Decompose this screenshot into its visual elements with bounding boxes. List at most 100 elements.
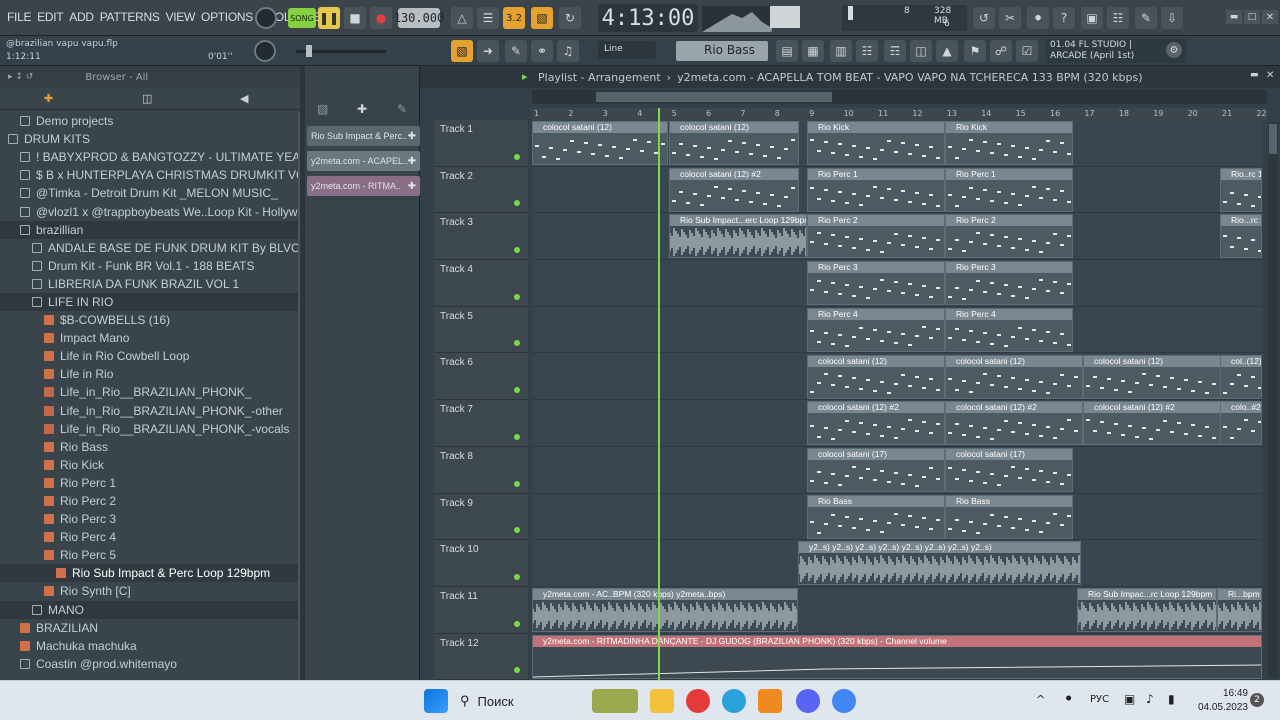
step-seq-icon[interactable]: ▦ — [802, 40, 824, 62]
browser-speaker-icon[interactable]: ◀ — [240, 92, 248, 105]
snap-selector[interactable]: Line — [598, 41, 656, 59]
tray-battery-icon[interactable]: ▮ — [1168, 692, 1175, 706]
browser-item[interactable]: LIFE IN RIO — [0, 292, 300, 312]
channel-selector[interactable]: Rio Bass — [676, 41, 768, 61]
audio-clip[interactable]: Ri...bpm — [1217, 588, 1262, 632]
browser-item[interactable]: Demo projects — [0, 112, 300, 130]
menu-file[interactable]: FILE — [4, 10, 34, 24]
pattern-clip[interactable]: Rio Bass — [807, 494, 945, 539]
browser-item[interactable]: Life_in_Rio__BRAZILIAN_PHONK_-vocals — [0, 420, 300, 438]
cut-icon[interactable]: ✂ — [999, 7, 1021, 29]
pattern-clip[interactable]: Rio Perc 3 — [807, 261, 945, 306]
document-icon[interactable]: ◫ — [910, 40, 932, 62]
chat-icon[interactable]: ✎ — [1135, 7, 1157, 29]
browser-item[interactable]: Rio Perc 2 — [0, 492, 300, 510]
playlist-play-icon[interactable]: ▸ — [522, 70, 528, 83]
news-gear-icon[interactable]: ⚙ — [1166, 42, 1182, 58]
menu-add[interactable]: ADD — [66, 10, 96, 24]
news-hint-panel[interactable]: 01.04 FL STUDIO | ARCADE (April 1st) — [1046, 39, 1186, 63]
automation-clip[interactable]: y2meta.com - RITMADINHA DANÇANTE - DJ GU… — [532, 634, 1262, 679]
edit-tools-icon[interactable]: ⚑ — [964, 40, 986, 62]
browser-item[interactable]: $ B x HUNTERPLAYA CHRISTMAS DRUMKIT VOL.… — [0, 166, 300, 184]
pattern-clip[interactable]: Rio Perc 4 — [945, 307, 1073, 352]
browser-item[interactable]: @Timka - Detroit Drum Kit _MELON MUSIC_ — [0, 184, 300, 202]
track-mute-led[interactable] — [514, 200, 520, 207]
playlist-icon[interactable]: ▧ — [451, 40, 473, 62]
mixer-icon[interactable]: ☷ — [1107, 7, 1129, 29]
browser-item[interactable]: brazillian — [0, 220, 300, 239]
pattern-clip[interactable]: col..(12) — [1220, 354, 1262, 399]
pattern-clip[interactable]: Rio Perc 1 — [945, 167, 1073, 212]
master-pitch-knob[interactable] — [254, 40, 276, 62]
pattern-clip[interactable]: Rio Perc 4 — [807, 307, 945, 352]
pattern-clip[interactable]: Rio..rc 1 — [1220, 167, 1262, 212]
pattern-clip[interactable]: colo..#2 — [1220, 401, 1262, 446]
track-mute-led[interactable] — [514, 527, 520, 534]
track-mute-led[interactable] — [514, 387, 520, 394]
track-mute-led[interactable] — [514, 667, 520, 674]
browser-item[interactable]: Life in Rio — [0, 365, 300, 383]
playhead[interactable] — [658, 108, 660, 680]
stamp-icon[interactable]: ♫ — [557, 40, 579, 62]
windows-start-icon[interactable] — [424, 689, 448, 713]
playlist-scrollbar[interactable] — [1268, 122, 1278, 678]
shop-cart-icon[interactable]: ☍ — [990, 40, 1012, 62]
tray-network-icon[interactable]: ▣ — [1124, 692, 1135, 706]
channel-add-icon[interactable]: ✚ — [408, 181, 416, 192]
pattern-clip[interactable]: colocol satani (12) — [807, 354, 945, 399]
track-header[interactable]: Track 2 — [434, 166, 528, 214]
track-header[interactable]: Track 1 — [434, 120, 528, 167]
browser-tree-icon[interactable]: ☶ — [884, 40, 906, 62]
pattern-clip[interactable]: colocol satani (12) — [945, 354, 1083, 399]
arrow-right-icon[interactable]: ➜ — [477, 40, 499, 62]
browser-item[interactable]: BRAZILIAN — [0, 619, 300, 637]
discord-icon[interactable] — [796, 689, 820, 713]
pattern-clip[interactable]: colocol satani (17) — [807, 447, 945, 492]
wait-input-icon[interactable]: ☰ — [477, 7, 499, 29]
track-mute-led[interactable] — [514, 573, 520, 580]
pat-song-toggle[interactable]: SONG — [288, 8, 316, 28]
telegram-icon[interactable] — [722, 689, 746, 713]
browser-item[interactable]: Life_in_Rio__BRAZILIAN_PHONK_-other — [0, 402, 300, 420]
pattern-clip[interactable]: colocol satani (12) #2 — [945, 401, 1083, 446]
audio-clip[interactable]: y2meta.com - AC..BPM (320 kbps) y2meta..… — [532, 588, 798, 632]
track-mute-led[interactable] — [514, 340, 520, 347]
stop-button[interactable]: ■ — [344, 7, 366, 29]
track-mute-led[interactable] — [514, 293, 520, 300]
taskbar-clock[interactable]: 16:49 04.05.2023 — [1198, 687, 1248, 715]
pattern-clip[interactable]: colocol satani (12) — [532, 121, 668, 165]
file-explorer-icon[interactable] — [650, 689, 674, 713]
pattern-clip[interactable]: Rio Kick — [807, 121, 945, 165]
browser-item[interactable]: LIBRERIA DA FUNK BRAZIL VOL 1 — [0, 275, 300, 293]
track-header[interactable]: Track 6 — [434, 353, 528, 401]
link-icon[interactable]: ⚭ — [531, 40, 553, 62]
language-indicator[interactable]: РУС — [1090, 694, 1109, 705]
track-mute-led[interactable] — [514, 620, 520, 627]
browser-item[interactable]: Life_in_Rio__BRAZILIAN_PHONK_ — [0, 383, 300, 401]
browser-item[interactable]: Rio Perc 5 — [0, 546, 300, 564]
mixer-view-icon[interactable]: ☷ — [856, 40, 878, 62]
track-header[interactable]: Track 5 — [434, 306, 528, 354]
track-mute-led[interactable] — [514, 480, 520, 487]
browser-item[interactable]: Rio Synth [C] — [0, 582, 300, 600]
chrome-icon[interactable] — [832, 689, 856, 713]
channel-picker-icon[interactable]: ▧ — [317, 102, 328, 116]
browser-item[interactable]: Coastin @prod.whitemayo — [0, 655, 300, 673]
help-icon[interactable]: ? — [1053, 7, 1075, 29]
track-mute-led[interactable] — [514, 433, 520, 440]
pencil-tool-icon[interactable]: ✎ — [505, 40, 527, 62]
export-icon[interactable]: ☑ — [1016, 40, 1038, 62]
pattern-clip[interactable]: colocol satani (12) — [1083, 354, 1221, 399]
pattern-clip[interactable]: colocol satani (17) — [945, 447, 1073, 492]
track-header[interactable]: Track 7 — [434, 400, 528, 447]
pattern-clip[interactable]: Rio Perc 1 — [807, 167, 945, 212]
timeline-ruler[interactable]: 1 2 3 4 5 6 7 8 9 10 11 12 13 14 15 16 17 18 19 20 21 22 — [532, 108, 1267, 120]
microphone-icon[interactable]: ⚫ — [1027, 7, 1049, 29]
channel-add-icon[interactable]: ✚ — [408, 131, 416, 142]
browser-item[interactable]: Rio Bass — [0, 438, 300, 456]
track-header[interactable]: Track 12 — [434, 633, 528, 681]
menu-options[interactable]: OPTIONS — [198, 10, 256, 24]
browser-item[interactable]: MANO — [0, 600, 300, 619]
widgets-icon[interactable] — [592, 689, 638, 713]
browser-item[interactable]: Drum Kit - Funk BR Vol.1 - 188 BEATS — [0, 257, 300, 275]
